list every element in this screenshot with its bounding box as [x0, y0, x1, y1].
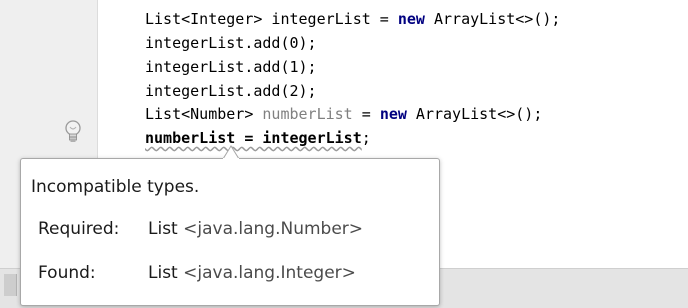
code-token: new [397, 10, 425, 28]
panel-edge [4, 274, 17, 296]
required-label: Required: [38, 219, 120, 239]
code-token: ; [361, 129, 371, 147]
tooltip-title: Incompatible types. [31, 177, 200, 197]
required-param: <java.lang.Number> [183, 219, 364, 239]
code-token: new [379, 105, 407, 123]
code-line[interactable]: List<Integer> integerList = new ArrayLis… [145, 7, 560, 31]
code-line[interactable]: List<Number> numberList = new ArrayList<… [145, 102, 542, 126]
required-type: List [148, 219, 178, 239]
code-token: numberList = integerList [145, 129, 362, 147]
code-token: List<Number> [145, 105, 263, 123]
code-token: = [352, 105, 380, 123]
tooltip-pointer [223, 145, 239, 159]
code-line[interactable]: integerList.add(2); [145, 79, 317, 103]
code-token: integerList.add(1); [145, 58, 317, 76]
lightbulb-icon[interactable] [63, 118, 83, 148]
found-label: Found: [38, 263, 96, 283]
required-type-row: Required: List <java.lang.Number> [38, 219, 363, 239]
code-token: integerList.add(0); [145, 34, 317, 52]
code-line-error[interactable]: numberList = integerList; [145, 126, 371, 150]
found-type-row: Found: List <java.lang.Integer> [38, 263, 356, 283]
error-tooltip: Incompatible types. Required: List <java.… [20, 158, 440, 306]
found-type: List [148, 263, 178, 283]
code-line[interactable]: integerList.add(0); [145, 31, 317, 55]
found-param: <java.lang.Integer> [183, 263, 356, 283]
code-token: integerList.add(2); [145, 82, 317, 100]
code-token: ArrayList<>(); [406, 105, 543, 123]
code-token: numberList [262, 105, 353, 123]
code-line[interactable]: integerList.add(1); [145, 55, 317, 79]
code-token: ArrayList<>(); [424, 10, 561, 28]
code-token: List<Integer> integerList = [145, 10, 398, 28]
